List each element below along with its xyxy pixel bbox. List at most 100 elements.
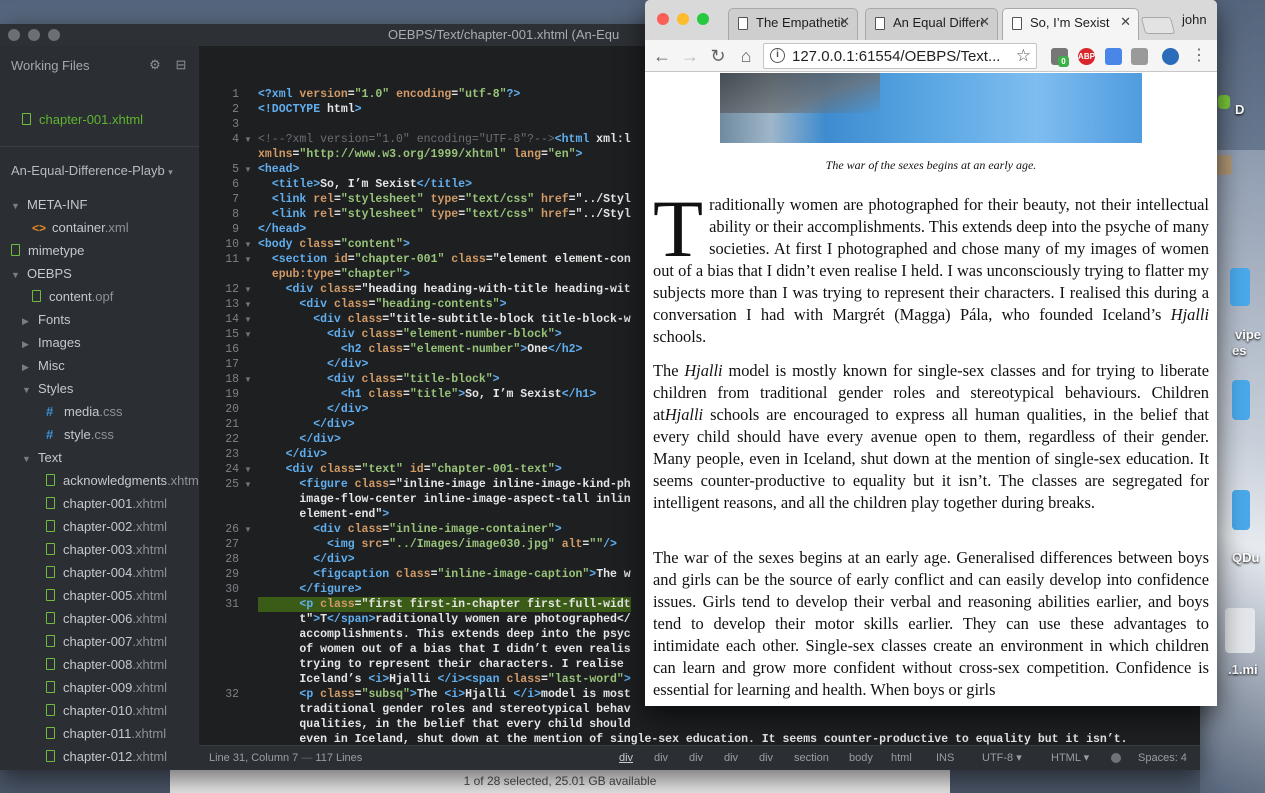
fold-arrow-icon[interactable]: ▼ <box>244 522 252 537</box>
reload-button[interactable]: ↻ <box>707 45 729 67</box>
language-select[interactable]: HTML ▾ <box>1051 746 1089 770</box>
code-line[interactable]: trying to represent their characters. I … <box>258 657 623 672</box>
sidebar-item-images[interactable]: ▶ Images <box>22 332 81 354</box>
close-window-button[interactable] <box>657 13 669 25</box>
code-line[interactable]: </div> <box>258 417 354 432</box>
code-line[interactable]: <link rel="stylesheet" type="text/css" h… <box>258 207 631 222</box>
code-line[interactable]: <div class="text" id="chapter-001-text"> <box>258 462 562 477</box>
close-window-button[interactable] <box>8 29 20 41</box>
breadcrumb-item[interactable]: div <box>724 746 738 770</box>
profile-button[interactable]: john <box>1182 12 1207 27</box>
code-line[interactable]: <img src="../Images/image030.jpg" alt=""… <box>258 537 617 552</box>
bookmark-star-icon[interactable]: ☆ <box>1016 46 1031 66</box>
code-line[interactable]: <p class="subsq">The <i>Hjalli </i>model… <box>258 687 630 702</box>
code-line[interactable]: </div> <box>258 432 340 447</box>
fold-arrow-icon[interactable]: ▼ <box>244 462 252 477</box>
sidebar-item-fonts[interactable]: ▶ Fonts <box>22 309 71 331</box>
code-line[interactable]: image-flow-center inline-image-aspect-ta… <box>258 492 630 507</box>
code-line[interactable]: <section id="chapter-001" class="element… <box>258 252 631 267</box>
sidebar-item-chapter-007[interactable]: chapter-007.xhtml <box>46 631 167 653</box>
split-view-icon[interactable]: ⊟ <box>174 58 188 72</box>
sidebar-item-chapter-003[interactable]: chapter-003.xhtml <box>46 539 167 561</box>
desktop-app-icon[interactable] <box>1232 380 1250 420</box>
breadcrumb-item[interactable]: div <box>759 746 773 770</box>
sidebar-item-chapter-008[interactable]: chapter-008.xhtml <box>46 654 167 676</box>
insert-mode[interactable]: INS <box>936 746 954 770</box>
indent-setting[interactable]: Spaces: 4 <box>1138 746 1187 770</box>
sidebar-item-chapter-009[interactable]: chapter-009.xhtml <box>46 677 167 699</box>
code-line[interactable]: <div class="heading heading-with-title h… <box>258 282 631 297</box>
desktop-app-icon[interactable] <box>1232 490 1250 530</box>
fold-arrow-icon[interactable]: ▼ <box>244 372 252 387</box>
breadcrumb-item[interactable]: div <box>654 746 668 770</box>
fold-arrow-icon[interactable]: ▼ <box>244 237 252 252</box>
zoom-window-button[interactable] <box>48 29 60 41</box>
code-line[interactable]: <link rel="stylesheet" type="text/css" h… <box>258 192 631 207</box>
code-line[interactable]: </div> <box>258 357 368 372</box>
code-line[interactable]: <div class="element-number-block"> <box>258 327 562 342</box>
fold-arrow-icon[interactable]: ▼ <box>244 252 252 267</box>
code-line[interactable]: <head> <box>258 162 299 177</box>
close-icon[interactable]: ✕ <box>979 14 990 30</box>
sidebar-item-meta-inf[interactable]: ▼ META-INF <box>11 194 87 216</box>
sidebar-item-chapter-002[interactable]: chapter-002.xhtml <box>46 516 167 538</box>
sidebar-item-chapter-001[interactable]: chapter-001.xhtml <box>46 493 167 515</box>
desktop-disk-icon[interactable] <box>1225 608 1255 653</box>
fold-arrow-icon[interactable]: ▼ <box>244 297 252 312</box>
home-button[interactable]: ⌂ <box>735 45 757 67</box>
code-line[interactable]: <title>So, I’m Sexist</title> <box>258 177 472 192</box>
forward-button[interactable]: → <box>679 45 701 67</box>
code-line[interactable]: Iceland’s <i>Hjalli </i><span class="las… <box>258 672 630 687</box>
info-icon[interactable]: i <box>770 48 785 63</box>
gear-icon[interactable]: ⚙ <box>148 58 162 72</box>
sidebar-item-style[interactable]: # style.css <box>46 424 114 446</box>
fold-arrow-icon[interactable]: ▼ <box>244 477 252 492</box>
code-line[interactable]: <div class="inline-image-container"> <box>258 522 561 537</box>
sidebar-item-chapter-012[interactable]: chapter-012.xhtml <box>46 746 167 768</box>
code-line[interactable]: <!--?xml version="1.0" encoding="UTF-8"?… <box>258 132 631 147</box>
code-line[interactable]: accomplishments. This extends deep into … <box>258 627 630 642</box>
code-line[interactable]: </div> <box>258 402 368 417</box>
address-bar[interactable]: i 127.0.0.1:61554/OEBPS/Text... ☆ <box>763 43 1037 69</box>
code-line[interactable]: </div> <box>258 447 327 462</box>
code-line[interactable]: <div class="title-block"> <box>258 372 500 387</box>
minimize-window-button[interactable] <box>677 13 689 25</box>
fold-arrow-icon[interactable]: ▼ <box>244 312 252 327</box>
zoom-window-button[interactable] <box>697 13 709 25</box>
sidebar-item-text[interactable]: ▼ Text <box>22 447 62 469</box>
code-line[interactable]: xmlns="http://www.w3.org/1999/xhtml" lan… <box>258 147 582 162</box>
code-line[interactable]: traditional gender roles and stereotypic… <box>258 702 630 717</box>
sidebar-item-styles[interactable]: ▼ Styles <box>22 378 73 400</box>
code-line[interactable]: </head> <box>258 222 306 237</box>
sidebar-item-oebps[interactable]: ▼ OEBPS <box>11 263 72 285</box>
code-line[interactable]: element-end"> <box>258 507 389 522</box>
sidebar-item-acknowledgments[interactable]: acknowledgments.xhtml <box>46 470 202 492</box>
sidebar-item-chapter-004[interactable]: chapter-004.xhtml <box>46 562 167 584</box>
desktop-app-icon[interactable] <box>1218 95 1230 109</box>
code-line[interactable]: of women out of a bias that I didn’t eve… <box>258 642 630 657</box>
code-line[interactable]: <figure class="inline-image inline-image… <box>258 477 630 492</box>
fold-arrow-icon[interactable]: ▼ <box>244 327 252 342</box>
code-line[interactable]: <div class="heading-contents"> <box>258 297 506 312</box>
desktop-app-icon[interactable] <box>1230 268 1250 306</box>
sidebar-item-content[interactable]: content.opf <box>32 286 113 308</box>
code-line[interactable]: <h2 class="element-number">One</h2> <box>258 342 583 357</box>
code-line[interactable]: <?xml version="1.0" encoding="utf-8"?> <box>258 87 520 102</box>
extension-icon[interactable] <box>1131 48 1148 65</box>
code-line[interactable]: qualities, in the belief that every chil… <box>258 717 630 732</box>
sidebar-item-chapter-005[interactable]: chapter-005.xhtml <box>46 585 167 607</box>
code-line[interactable]: even in Iceland, shut down at the mentio… <box>258 732 1127 745</box>
breadcrumb-item[interactable]: section <box>794 746 829 770</box>
extension-icon[interactable] <box>1162 48 1179 65</box>
code-line[interactable]: <p class="first first-in-chapter first-f… <box>258 597 631 612</box>
code-line[interactable]: <h1 class="title">So, I’m Sexist</h1> <box>258 387 596 402</box>
fold-arrow-icon[interactable]: ▼ <box>244 132 252 147</box>
new-tab-button[interactable] <box>1140 17 1176 34</box>
breadcrumb-item[interactable]: div <box>619 746 633 770</box>
code-line[interactable]: <div class="title-subtitle-block title-b… <box>258 312 630 327</box>
sidebar-item-chapter-010[interactable]: chapter-010.xhtml <box>46 700 167 722</box>
breadcrumb-item[interactable]: body <box>849 746 873 770</box>
sidebar-item-container[interactable]: <> container.xml <box>32 217 129 239</box>
close-icon[interactable]: ✕ <box>1120 14 1131 30</box>
sidebar-item-chapter-013[interactable]: chapter-013.xhtml <box>46 769 167 770</box>
